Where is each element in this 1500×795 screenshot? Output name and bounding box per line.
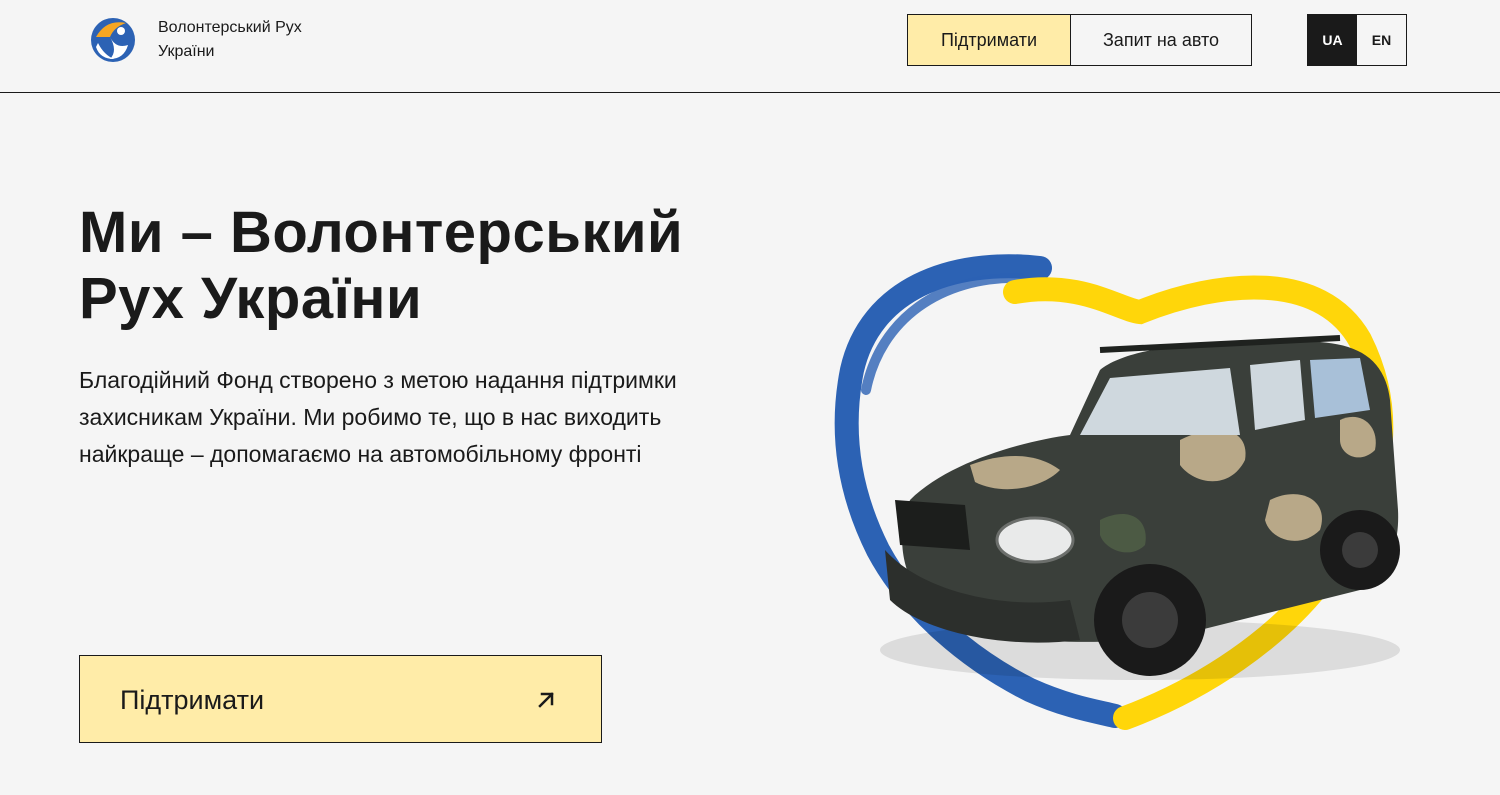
lang-ua[interactable]: UA <box>1308 15 1357 65</box>
language-switcher: UA EN <box>1307 14 1407 66</box>
camo-car-image <box>885 335 1400 676</box>
org-name[interactable]: Волонтерський Рух України <box>158 16 358 64</box>
arrow-up-right-icon <box>538 692 554 708</box>
hero-description: Благодійний Фонд створено з метою наданн… <box>79 367 677 467</box>
hero-illustration <box>834 254 1400 730</box>
logo-icon[interactable] <box>88 15 138 65</box>
support-cta-button[interactable]: Підтримати <box>79 655 602 743</box>
hero-title: Ми – Волонтерський Рух України <box>79 200 684 331</box>
support-button[interactable]: Підтримати <box>907 14 1071 66</box>
request-car-button[interactable]: Запит на авто <box>1070 14 1252 66</box>
site-header: Волонтерський Рух України Підтримати Зап… <box>0 0 1500 93</box>
lang-en[interactable]: EN <box>1357 15 1406 65</box>
support-cta-label: Підтримати <box>120 685 265 715</box>
